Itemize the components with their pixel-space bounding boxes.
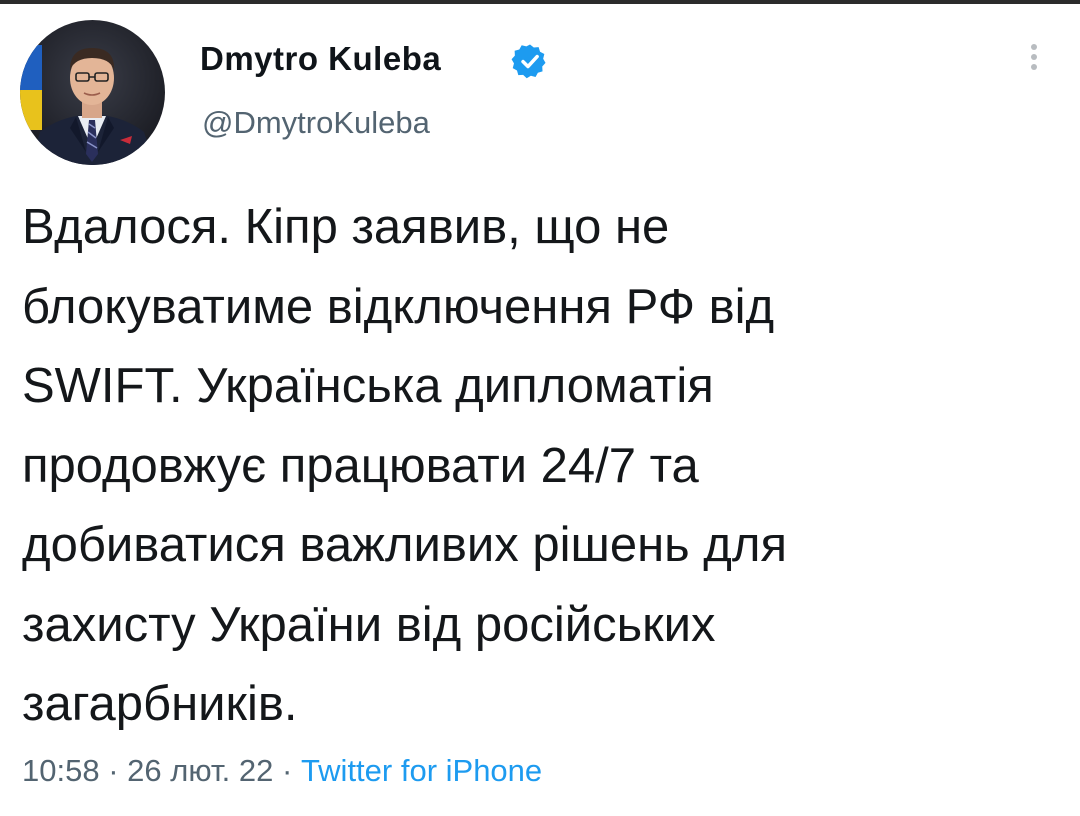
tweet-date[interactable]: 26 лют. 22 <box>127 753 273 788</box>
tweet-text-line: SWIFT. Українська дипломатія <box>22 359 714 413</box>
tweet-text-line: блокуватиме відключення РФ від <box>22 279 775 334</box>
tweet-text-line: добиватися важливих рішень для <box>22 518 788 572</box>
profile-photo-icon <box>20 20 165 165</box>
tweet-text-line: загарбників. <box>22 677 298 731</box>
meta-separator: · <box>273 753 301 788</box>
more-vertical-icon <box>1031 44 1037 50</box>
meta-separator: · <box>99 753 128 788</box>
author-handle[interactable]: @DmytroKuleba <box>202 105 430 141</box>
tweet-text-line: Вдалося. Кіпр заявив, що не <box>22 200 670 254</box>
author-display-name[interactable]: Dmytro Kuleba <box>200 40 441 78</box>
tweet-text-line: захисту України від російських <box>22 597 716 652</box>
more-options-button[interactable] <box>1022 40 1046 88</box>
tweet-source-link[interactable]: Twitter for iPhone <box>301 753 542 788</box>
tweet-text: Вдалося. Кіпр заявив, що не блокуватиме … <box>22 188 1062 745</box>
tweet-meta: 10:58 · 26 лют. 22 · Twitter for iPhone <box>22 753 542 789</box>
tweet-text-line: продовжує працювати 24/7 та <box>22 438 699 493</box>
tweet-card: Dmytro Kuleba @DmytroKuleba Вдалося. Кіп… <box>0 0 1080 816</box>
tweet-time[interactable]: 10:58 <box>22 753 100 788</box>
verified-badge-icon <box>511 44 546 79</box>
avatar[interactable] <box>20 20 165 165</box>
